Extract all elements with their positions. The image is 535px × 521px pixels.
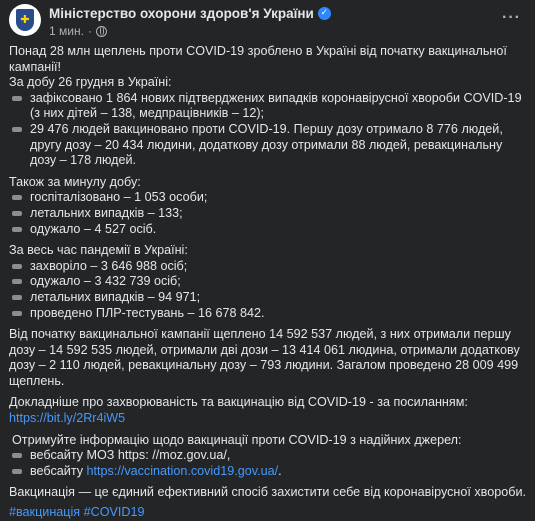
vaccination-link[interactable]: https://vaccination.covid19.gov.ua/ xyxy=(87,464,279,478)
list-item: одужало – 4 527 осіб. xyxy=(9,222,527,238)
post-time[interactable]: 1 мин. xyxy=(49,24,84,40)
list-item: госпіталізовано – 1 053 особи; xyxy=(9,190,527,206)
list-item: одужало – 3 432 739 осіб; xyxy=(9,274,527,290)
bullet-icon xyxy=(12,210,22,216)
list-item: зафіксовано 1 864 нових підтверджених ви… xyxy=(9,91,527,122)
campaign-text: Від початку вакцинальної кампанії щеплен… xyxy=(9,327,520,388)
source-prefix: вебсайту xyxy=(30,463,87,478)
list-item: вебсайту https://vaccination.covid19.gov… xyxy=(9,464,527,480)
hashtags-link[interactable]: #вакцинація #COVID19 xyxy=(9,505,527,521)
bullet-icon xyxy=(12,468,22,474)
list-item: летальних випадків – 94 971; xyxy=(9,290,527,306)
source-suffix: . xyxy=(278,463,282,478)
globe-icon[interactable] xyxy=(95,25,107,37)
bullet-icon xyxy=(12,226,22,232)
bullet-icon xyxy=(12,195,22,201)
list-item: летальних випадків – 133; xyxy=(9,206,527,222)
bullet-icon xyxy=(12,279,22,285)
list-item-text: захворіло – 3 646 988 осіб; xyxy=(30,258,188,273)
intro-text: Понад 28 млн щеплень проти COVID-19 зроб… xyxy=(9,44,507,74)
page-name[interactable]: Міністерство охорони здоров'я України xyxy=(49,6,314,22)
facebook-post: ✚ Міністерство охорони здоров'я України … xyxy=(0,0,535,519)
list-item-text: одужало – 3 432 739 осіб; xyxy=(30,274,181,289)
list-item-text: госпіталізовано – 1 053 особи; xyxy=(30,190,208,205)
separator-dot: · xyxy=(87,23,92,38)
bullet-icon xyxy=(12,263,22,269)
post-time-row: 1 мин. · xyxy=(49,24,331,40)
list-item-text: 29 476 людей вакциновано проти COVID-19.… xyxy=(30,121,503,168)
source-moz-text: вебсайту МОЗ https: //moz.gov.ua/, xyxy=(30,448,231,463)
list-item: проведено ПЛР-тестувань – 16 678 842. xyxy=(9,306,527,322)
list-item-text: одужало – 4 527 осіб. xyxy=(30,221,157,236)
bullet-icon xyxy=(12,310,22,316)
post-header: ✚ Міністерство охорони здоров'я України … xyxy=(9,0,527,44)
list-item-text: летальних випадків – 133; xyxy=(30,205,183,220)
verified-badge-icon: ✓ xyxy=(317,7,331,21)
list-item: 29 476 людей вакциновано проти COVID-19.… xyxy=(9,122,527,169)
total-title: За весь час пандемії в Україні: xyxy=(9,243,188,258)
more-info-text: Докладніше про захворюваність та вакцина… xyxy=(9,395,468,410)
day-title: За добу 26 грудня в Україні: xyxy=(9,75,172,90)
post-body: Понад 28 млн щеплень проти COVID-19 зроб… xyxy=(9,44,527,521)
closing-text: Вакцинація — це єдиний ефективний спосіб… xyxy=(9,485,526,500)
list-item: вебсайту МОЗ https: //moz.gov.ua/, xyxy=(9,448,527,464)
ministry-emblem-icon: ✚ xyxy=(16,9,34,31)
source-vaccination-text: вебсайту https://vaccination.covid19.gov… xyxy=(30,464,527,480)
page-name-row: Міністерство охорони здоров'я України ✓ xyxy=(49,6,331,22)
more-info-link[interactable]: https://bit.ly/2Rr4iW5 xyxy=(9,411,125,425)
sources-title: Отримуйте інформацію щодо вакцинації про… xyxy=(12,432,462,447)
list-item-text: летальних випадків – 94 971; xyxy=(30,289,201,304)
bullet-icon xyxy=(12,95,22,101)
bullet-icon xyxy=(12,126,22,132)
list-item-text: зафіксовано 1 864 нових підтверджених ви… xyxy=(30,90,522,121)
page-avatar[interactable]: ✚ xyxy=(9,4,41,36)
bullet-icon xyxy=(12,294,22,300)
more-options-icon[interactable]: ··· xyxy=(502,10,521,26)
yesterday-title: Також за минулу добу: xyxy=(9,174,141,189)
list-item: захворіло – 3 646 988 осіб; xyxy=(9,259,527,275)
list-item-text: проведено ПЛР-тестувань – 16 678 842. xyxy=(30,305,265,320)
bullet-icon xyxy=(12,453,22,459)
post-meta: Міністерство охорони здоров'я України ✓ … xyxy=(49,4,331,39)
